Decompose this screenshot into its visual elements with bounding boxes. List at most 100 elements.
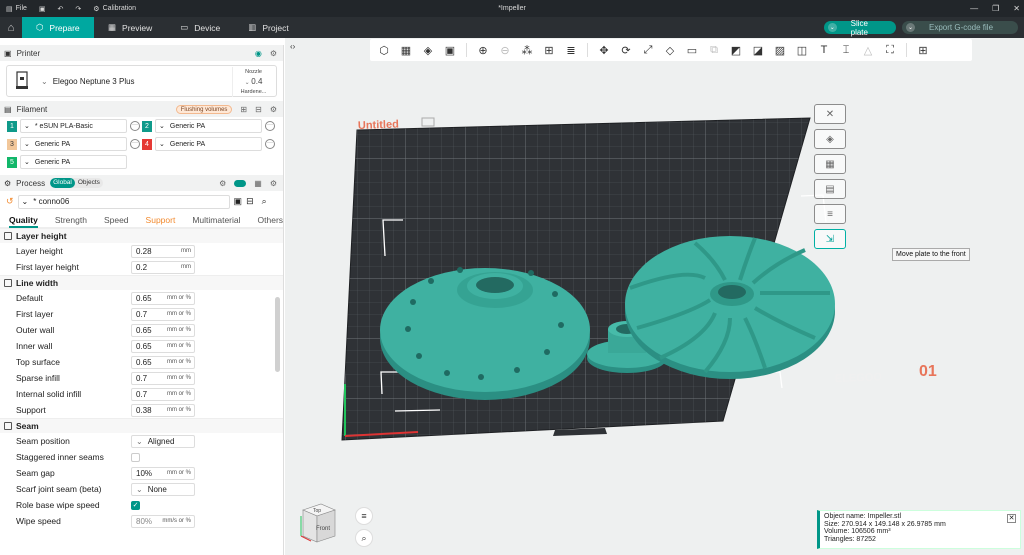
filament-slot-3[interactable]: 3 ⌄ Generic PA ··· bbox=[7, 137, 140, 151]
move-plate-front-icon[interactable]: ⇲ bbox=[814, 229, 846, 249]
add-plate-icon[interactable]: ▦ bbox=[396, 41, 416, 59]
svg-icon[interactable]: ⌶ bbox=[836, 41, 856, 59]
support-paint-icon[interactable]: ◩ bbox=[726, 41, 746, 59]
model-disc[interactable] bbox=[380, 267, 590, 400]
global-objects-toggle[interactable]: Global Objects bbox=[50, 178, 103, 188]
settings-icon[interactable]: ⚙ bbox=[270, 105, 277, 114]
panel-scrollbar[interactable] bbox=[275, 297, 280, 372]
chevron-down-icon[interactable]: ⌄ bbox=[828, 23, 837, 32]
wipe-speed-input[interactable]: 80% mm/s or % bbox=[131, 514, 195, 528]
add-filament-icon[interactable]: ⊞ bbox=[240, 105, 247, 114]
tab-speed[interactable]: Speed bbox=[104, 212, 129, 228]
add-instance-icon[interactable]: ⊕ bbox=[473, 41, 493, 59]
restore-icon[interactable]: ❐ bbox=[992, 4, 999, 13]
3d-viewport[interactable]: ‹› Untitled ELEGOO 01 ⬡ ▦ ◈ ▣ ⊕ ⊖ ⁂ ⊞ ≣ … bbox=[285, 38, 1024, 555]
settings-icon[interactable]: ⚙ bbox=[270, 179, 277, 188]
line-width-input[interactable]: 0.7 mm or % bbox=[131, 371, 195, 385]
printer-selector[interactable]: ⌄ Elegoo Neptune 3 Plus Nozzle ⌄ 0.4 Har… bbox=[6, 65, 277, 97]
more-icon[interactable]: ··· bbox=[130, 121, 140, 131]
seam-position-select[interactable]: ⌄ Aligned bbox=[131, 434, 195, 448]
wifi-icon[interactable]: ◉ bbox=[255, 49, 262, 58]
reset-icon[interactable]: ↺ bbox=[6, 196, 14, 207]
scarf-seam-select[interactable]: ⌄ None bbox=[131, 482, 195, 496]
process-preset-selector[interactable]: ⌄ * conno06 bbox=[17, 194, 230, 209]
line-width-input[interactable]: 0.65 mm or % bbox=[131, 339, 195, 353]
edit-icon[interactable] bbox=[421, 117, 435, 127]
first-layer-height-input[interactable]: 0.2 mm bbox=[131, 260, 195, 274]
filament-selector[interactable]: ⌄ Generic PA bbox=[20, 137, 127, 151]
compare-icon[interactable]: ▦ bbox=[254, 179, 262, 188]
undo-icon[interactable]: ↶ bbox=[52, 5, 70, 13]
redo-icon[interactable]: ↷ bbox=[69, 5, 87, 13]
layers-icon[interactable]: ≣ bbox=[561, 41, 581, 59]
assembly-icon[interactable]: ⛶ bbox=[880, 41, 900, 59]
close-icon[interactable]: ✕ bbox=[1013, 4, 1020, 13]
plate-name[interactable]: Untitled bbox=[358, 119, 399, 132]
role-wipe-speed-checkbox[interactable]: ✓ bbox=[131, 500, 140, 510]
text-icon[interactable]: T bbox=[814, 41, 834, 59]
flushing-volumes-button[interactable]: Flushing volumes bbox=[175, 104, 233, 114]
remove-instance-icon[interactable]: ⊖ bbox=[495, 41, 515, 59]
line-width-input[interactable]: 0.7 mm or % bbox=[131, 307, 195, 321]
rotate-icon[interactable]: ⟳ bbox=[616, 41, 636, 59]
filament-slot-2[interactable]: 2 ⌄ Generic PA ··· bbox=[142, 119, 275, 133]
global-option[interactable]: Global bbox=[50, 178, 75, 188]
home-icon[interactable]: ⌂ bbox=[0, 17, 22, 38]
view-cube[interactable]: Top Front bbox=[297, 496, 339, 544]
layer-height-input[interactable]: 0.28 mm bbox=[131, 244, 195, 258]
line-width-input[interactable]: 0.65 mm or % bbox=[131, 323, 195, 337]
filament-selector[interactable]: ⌄ Generic PA bbox=[20, 155, 127, 169]
split-parts-icon[interactable]: ⊞ bbox=[539, 41, 559, 59]
fuzzy-skin-icon[interactable]: ▨ bbox=[770, 41, 790, 59]
file-menu[interactable]: ▤ File bbox=[0, 5, 33, 13]
menu-button[interactable]: ≡ bbox=[355, 507, 373, 525]
delete-plate-icon[interactable]: ✕ bbox=[814, 104, 846, 124]
filament-slot-4[interactable]: 4 ⌄ Generic PA ··· bbox=[142, 137, 275, 151]
slice-plate-button[interactable]: ⌄ Slice plate bbox=[824, 19, 896, 37]
seam-paint-icon[interactable]: ◪ bbox=[748, 41, 768, 59]
remove-filament-icon[interactable]: ⊟ bbox=[255, 105, 262, 114]
line-width-input[interactable]: 0.38 mm or % bbox=[131, 403, 195, 417]
tab-others[interactable]: Others bbox=[258, 212, 283, 228]
line-width-input[interactable]: 0.65 mm or % bbox=[131, 355, 195, 369]
more-icon[interactable]: ··· bbox=[265, 121, 275, 131]
tab-preview[interactable]: ▦ Preview bbox=[94, 17, 166, 38]
orient-plate-icon[interactable]: ◈ bbox=[814, 129, 846, 149]
tab-device[interactable]: ▭ Device bbox=[166, 17, 234, 38]
tab-project[interactable]: ▥ Project bbox=[234, 17, 303, 38]
lay-on-face-icon[interactable]: ◇ bbox=[660, 41, 680, 59]
save-preset-icon[interactable]: ▣ bbox=[234, 196, 243, 207]
save-icon[interactable]: ▣ bbox=[33, 5, 52, 13]
line-width-input[interactable]: 0.7 mm or % bbox=[131, 387, 195, 401]
seam-gap-input[interactable]: 10% mm or % bbox=[131, 466, 195, 480]
more-icon[interactable]: ··· bbox=[130, 139, 140, 149]
variable-layer-icon[interactable]: ⊞ bbox=[913, 41, 933, 59]
chevron-down-icon[interactable]: ⌄ bbox=[906, 23, 915, 32]
filament-selector[interactable]: ⌄ * eSUN PLA-Basic bbox=[20, 119, 127, 133]
calibration-menu[interactable]: ⚙ Calibration bbox=[87, 5, 142, 13]
tab-multimaterial[interactable]: Multimaterial bbox=[192, 212, 240, 228]
settings-icon[interactable]: ⚙ bbox=[270, 49, 277, 58]
auto-orient-icon[interactable]: ◈ bbox=[418, 41, 438, 59]
filament-slot-5[interactable]: 5 ⌄ Generic PA bbox=[7, 155, 127, 169]
measure-icon[interactable]: △ bbox=[858, 41, 878, 59]
filament-slot-1[interactable]: 1 ⌄ * eSUN PLA-Basic ··· bbox=[7, 119, 140, 133]
tab-strength[interactable]: Strength bbox=[55, 212, 87, 228]
search-icon[interactable]: ⌕ bbox=[262, 196, 267, 207]
minimize-icon[interactable]: — bbox=[970, 4, 978, 13]
mesh-boolean-icon[interactable]: ⧉ bbox=[704, 41, 724, 59]
more-icon[interactable]: ··· bbox=[265, 139, 275, 149]
delete-preset-icon[interactable]: ⊟ bbox=[246, 196, 254, 207]
objects-option[interactable]: Objects bbox=[75, 178, 103, 188]
plate-settings-icon[interactable]: ≡ bbox=[814, 204, 846, 224]
filament-selector[interactable]: ⌄ Generic PA bbox=[155, 119, 262, 133]
zoom-button[interactable]: ⌕ bbox=[355, 529, 373, 547]
move-icon[interactable]: ✥ bbox=[594, 41, 614, 59]
tab-prepare[interactable]: ⬡ Prepare bbox=[22, 17, 94, 38]
tab-support[interactable]: Support bbox=[146, 212, 176, 228]
filament-selector[interactable]: ⌄ Generic PA bbox=[155, 137, 262, 151]
color-paint-icon[interactable]: ◫ bbox=[792, 41, 812, 59]
arrange-icon[interactable]: ▣ bbox=[440, 41, 460, 59]
close-icon[interactable]: ✕ bbox=[1007, 514, 1016, 523]
arrange-plate-icon[interactable]: ▦ bbox=[814, 154, 846, 174]
